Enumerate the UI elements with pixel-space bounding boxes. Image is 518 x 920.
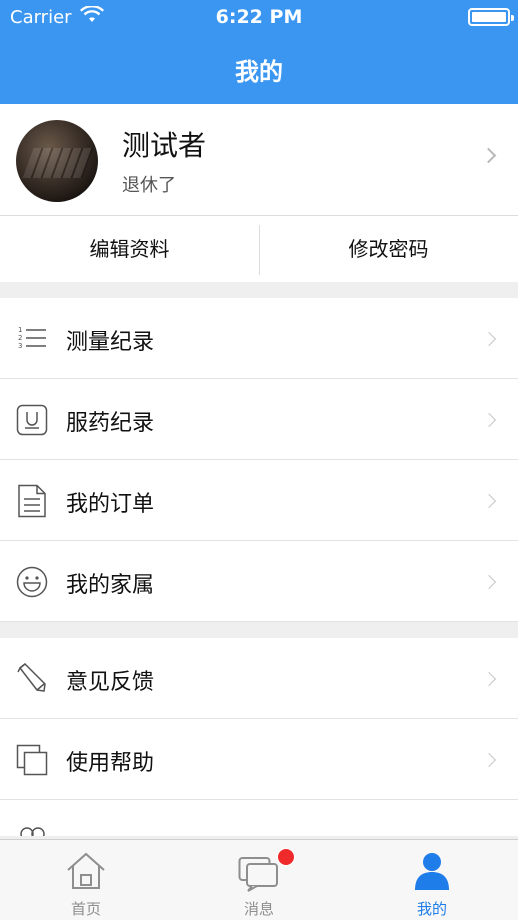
person-icon bbox=[415, 853, 449, 890]
home-icon bbox=[67, 852, 105, 889]
menu-group-records: 1 2 3 测量纪录 服药纪录 我的订单 我的家属 bbox=[0, 298, 518, 622]
menu-item-label: 意见反馈 bbox=[66, 670, 155, 695]
chevron-right-icon bbox=[481, 574, 497, 590]
tab-messages[interactable]: 消息 bbox=[173, 840, 345, 920]
smiley-face-icon bbox=[16, 566, 48, 598]
chevron-right-icon bbox=[480, 147, 497, 164]
menu-item-feedback[interactable]: 意见反馈 bbox=[0, 638, 518, 719]
tab-label: 首页 bbox=[70, 900, 101, 918]
menu-item-partial[interactable] bbox=[0, 800, 518, 836]
top-bar: Carrier 6:22 PM 我的 bbox=[0, 0, 518, 104]
menu-group-support: 意见反馈 使用帮助 bbox=[0, 638, 518, 836]
battery-icon bbox=[468, 8, 514, 26]
tab-mine[interactable]: 我的 bbox=[346, 840, 518, 920]
menu-item-help[interactable]: 使用帮助 bbox=[0, 719, 518, 800]
menu-item-label: 我的家属 bbox=[66, 573, 155, 598]
document-icon bbox=[18, 484, 46, 518]
chevron-right-icon bbox=[481, 752, 497, 768]
chevron-right-icon bbox=[481, 493, 497, 509]
medicine-icon bbox=[16, 404, 48, 436]
tab-label: 我的 bbox=[416, 900, 447, 918]
chevron-right-icon bbox=[481, 412, 497, 428]
svg-text:2: 2 bbox=[18, 334, 22, 342]
message-icon bbox=[238, 857, 278, 892]
chevron-right-icon bbox=[481, 671, 497, 687]
menu-item-measurement-records[interactable]: 1 2 3 测量纪录 bbox=[0, 298, 518, 379]
profile-subtitle: 退休了 bbox=[122, 175, 176, 196]
tab-bar: 首页 消息 我的 bbox=[0, 839, 518, 920]
notification-badge bbox=[277, 848, 295, 866]
pen-icon bbox=[17, 662, 46, 692]
status-bar: Carrier 6:22 PM bbox=[0, 0, 518, 34]
menu-item-medication-records[interactable]: 服药纪录 bbox=[0, 379, 518, 460]
menu-item-label: 使用帮助 bbox=[66, 751, 155, 776]
menu-item-label: 服药纪录 bbox=[66, 411, 155, 436]
profile-name: 测试者 bbox=[122, 129, 207, 162]
people-icon bbox=[20, 827, 45, 836]
profile-card[interactable]: 测试者 退休了 bbox=[0, 104, 518, 216]
menu-item-label: 我的订单 bbox=[66, 492, 155, 517]
change-password-button[interactable]: 修改密码 bbox=[259, 216, 518, 282]
tab-home[interactable]: 首页 bbox=[0, 840, 172, 920]
svg-text:1: 1 bbox=[18, 326, 22, 334]
svg-text:3: 3 bbox=[18, 342, 22, 350]
avatar[interactable] bbox=[16, 120, 98, 202]
menu-item-label: 测量纪录 bbox=[66, 330, 155, 355]
status-time: 6:22 PM bbox=[215, 6, 303, 28]
tab-label: 消息 bbox=[243, 900, 274, 918]
copy-squares-icon bbox=[16, 744, 48, 776]
chevron-right-icon bbox=[481, 331, 497, 347]
edit-profile-button[interactable]: 编辑资料 bbox=[0, 216, 259, 282]
profile-actions: 编辑资料 修改密码 bbox=[0, 216, 518, 282]
menu-item-my-orders[interactable]: 我的订单 bbox=[0, 460, 518, 541]
page-title: 我的 bbox=[235, 58, 283, 86]
numbered-list-icon: 1 2 3 bbox=[18, 326, 46, 350]
menu-item-my-family[interactable]: 我的家属 bbox=[0, 541, 518, 622]
